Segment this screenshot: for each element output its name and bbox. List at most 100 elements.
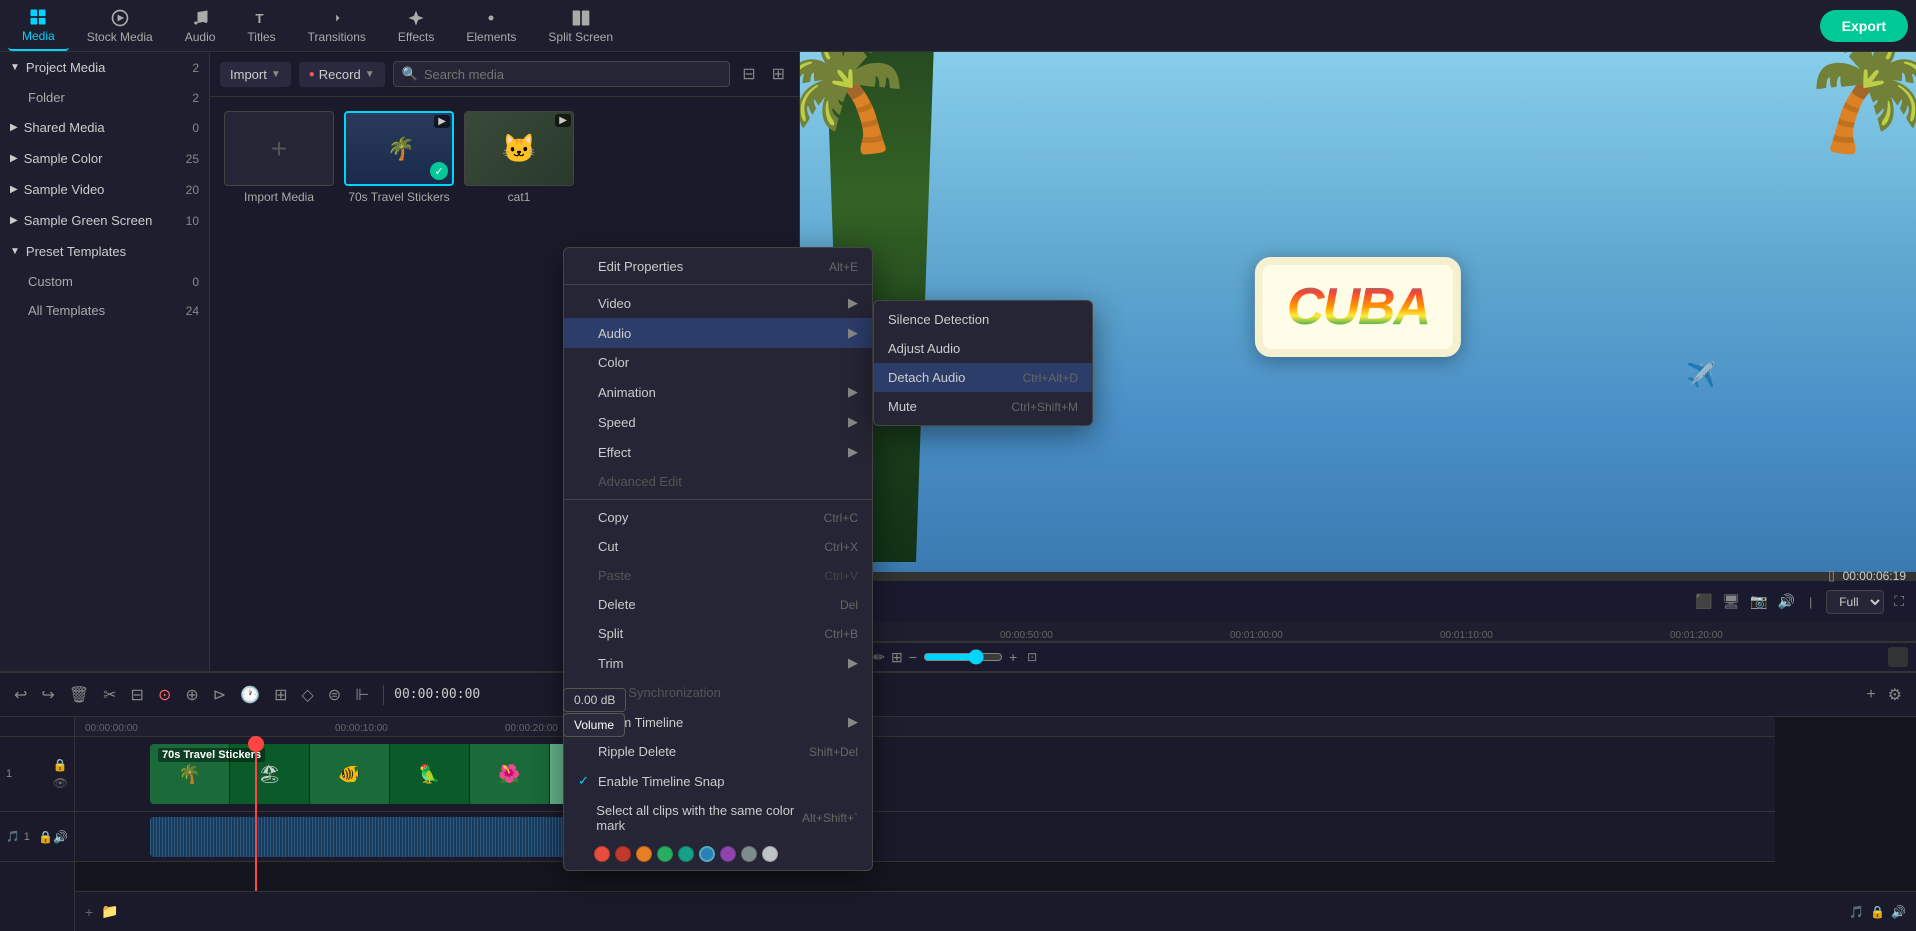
color-dot-gray[interactable] (741, 846, 757, 862)
color-dot-darkred[interactable] (615, 846, 631, 862)
ctx-copy[interactable]: Copy Ctrl+C (564, 503, 872, 532)
ctx-cut[interactable]: Cut Ctrl+X (564, 532, 872, 561)
color-dot-green[interactable] (657, 846, 673, 862)
audio-speaker-btn[interactable]: 🔊 (53, 830, 68, 844)
nav-effects[interactable]: Effects (384, 2, 448, 50)
import-media-item[interactable]: + Import Media (224, 111, 334, 204)
playhead-btn[interactable]: ⊙ (154, 681, 175, 709)
ctx-split[interactable]: Split Ctrl+B (564, 619, 872, 648)
filter-button[interactable]: ⊟ (738, 60, 759, 88)
record-button[interactable]: ● Record ▼ (299, 62, 385, 87)
nav-split-screen[interactable]: Split Screen (534, 2, 627, 50)
ruler-mark-120: 00:01:20:00 (1670, 630, 1723, 641)
timeline-left-strip: 1 🔒 👁 🎵 1 🔒 🔊 (0, 717, 75, 931)
color-dot-teal[interactable] (678, 846, 694, 862)
video-clip[interactable]: 70s Travel Stickers 🌴 🏖 🐠 🦜 🌺 (150, 744, 620, 804)
crop-icon[interactable]: ⊞ (891, 649, 903, 666)
lock-tl-icon[interactable]: 🔒 (1870, 905, 1885, 919)
ctx-color[interactable]: Color (564, 348, 872, 377)
folder-add-icon[interactable]: 📁 (101, 903, 118, 920)
add-media-icon[interactable]: + (85, 904, 93, 920)
section-sample-color[interactable]: ▶ Sample Color 25 (0, 143, 209, 174)
section-sample-green[interactable]: ▶ Sample Green Screen 10 (0, 205, 209, 236)
section-preset-templates[interactable]: ▼ Preset Templates (0, 236, 209, 267)
color-dot-red[interactable] (594, 846, 610, 862)
minus-zoom-icon[interactable]: − (909, 649, 917, 665)
edit2-icon[interactable]: ✏ (873, 649, 885, 666)
section-project-media[interactable]: ▼ Project Media 2 (0, 52, 209, 83)
volume-icon[interactable]: 🔊 (1778, 593, 1795, 610)
ctx-ripple-delete[interactable]: Ripple Delete Shift+Del (564, 737, 872, 766)
settings-tl-btn[interactable]: ⚙ (1884, 681, 1906, 709)
cat1-media-item[interactable]: 🐱 ▶ cat1 (464, 111, 574, 204)
diamond-btn[interactable]: ◇ (297, 681, 317, 709)
preview-progress-bar[interactable]: [ ] 00:00:06:19 (800, 572, 1916, 580)
quality-select[interactable]: Full 1/2 1/4 (1826, 590, 1884, 614)
sub-mute[interactable]: Mute Ctrl+Shift+M (874, 392, 1092, 421)
sidebar-item-folder[interactable]: Folder 2 (0, 83, 209, 112)
add-track-btn[interactable]: + (1862, 682, 1879, 708)
zoom-fit-icon[interactable]: ⊡ (1027, 650, 1037, 664)
ctx-advanced-edit: Advanced Edit (564, 467, 872, 496)
ctx-trim[interactable]: Trim ▶ (564, 648, 872, 678)
camera-icon[interactable]: 📷 (1750, 593, 1767, 610)
fit-btn[interactable]: ⊞ (270, 681, 291, 709)
search-input[interactable] (424, 67, 721, 82)
nav-titles[interactable]: T Titles (233, 2, 289, 50)
nav-audio[interactable]: Audio (171, 2, 230, 50)
track-eye-btn[interactable]: 👁 (53, 776, 68, 790)
ctx-speed[interactable]: Speed ▶ (564, 407, 872, 437)
clock-btn[interactable]: 🕐 (236, 681, 264, 709)
sub-detach-audio[interactable]: Detach Audio Ctrl+Alt+D (874, 363, 1092, 392)
nav-media[interactable]: Media (8, 1, 69, 51)
sub-silence-detection[interactable]: Silence Detection (874, 305, 1092, 334)
view-toggle-button[interactable]: ⊞ (768, 60, 789, 88)
ctx-effect[interactable]: Effect ▶ (564, 437, 872, 467)
playhead[interactable] (255, 737, 257, 891)
align-btn[interactable]: ⊜ (324, 681, 345, 709)
volume-label[interactable]: Volume (563, 713, 625, 737)
cut-tl-button[interactable]: ✂ (99, 681, 120, 709)
color-dot-blue[interactable] (699, 846, 715, 862)
color-dot-orange[interactable] (636, 846, 652, 862)
ctx-animation[interactable]: Animation ▶ (564, 377, 872, 407)
expand-arrow-green: ▶ (10, 215, 18, 226)
section-shared-media[interactable]: ▶ Shared Media 0 (0, 112, 209, 143)
trim-tl-button[interactable]: ⊟ (127, 681, 148, 709)
redo-button[interactable]: ↪ (37, 681, 58, 709)
audio-lock-btn[interactable]: 🔒 (38, 830, 53, 844)
export-button[interactable]: Export (1820, 10, 1908, 42)
ctx-select-color[interactable]: Select all clips with the same color mar… (564, 796, 872, 840)
delete-tl-button[interactable]: 🗑 (65, 681, 93, 709)
ctx-enable-snap[interactable]: ✓ Enable Timeline Snap (564, 766, 872, 796)
sample-video-count: 20 (186, 183, 199, 197)
sub-adjust-audio[interactable]: Adjust Audio (874, 334, 1092, 363)
split-tl-btn[interactable]: ⊩ (351, 681, 373, 709)
section-sample-video[interactable]: ▶ Sample Video 20 (0, 174, 209, 205)
track-lock-btn[interactable]: 🔒 (53, 758, 68, 772)
ctx-edit-properties[interactable]: Edit Properties Alt+E (564, 252, 872, 281)
nav-elements[interactable]: Elements (452, 2, 530, 50)
stickers-media-item[interactable]: 🌴 ▶ ✓ 70s Travel Stickers (344, 111, 454, 204)
import-button[interactable]: Import ▼ (220, 62, 291, 87)
nav-transitions[interactable]: Transitions (294, 2, 380, 50)
magnet-btn[interactable]: ⊕ (181, 681, 202, 709)
nav-stock-media[interactable]: Stock Media (73, 2, 167, 50)
ruler-mark-110: 00:01:10:00 (1440, 630, 1493, 641)
speaker-tl-icon[interactable]: 🔊 (1891, 905, 1906, 919)
monitor-icon[interactable]: 🖥 (1722, 593, 1740, 610)
snapshot-icon[interactable]: ⬛ (1695, 593, 1712, 610)
timeline-body: 1 🔒 👁 🎵 1 🔒 🔊 00:00:00:00 00:00:10:00 00… (0, 717, 1916, 931)
color-dot-lightgray[interactable] (762, 846, 778, 862)
ctx-video[interactable]: Video ▶ (564, 288, 872, 318)
color-dot-purple[interactable] (720, 846, 736, 862)
zoom-slider[interactable] (923, 649, 1003, 665)
undo-button[interactable]: ↩ (10, 681, 31, 709)
ctx-audio[interactable]: Audio ▶ (564, 318, 872, 348)
marker-btn[interactable]: ⊳ (209, 681, 230, 709)
sidebar-item-custom[interactable]: Custom 0 (0, 267, 209, 296)
ctx-delete[interactable]: Delete Del (564, 590, 872, 619)
sidebar-item-all-templates[interactable]: All Templates 24 (0, 296, 209, 325)
plus-zoom-icon[interactable]: + (1009, 649, 1017, 665)
fullscreen-icon[interactable]: ⛶ (1894, 593, 1904, 610)
